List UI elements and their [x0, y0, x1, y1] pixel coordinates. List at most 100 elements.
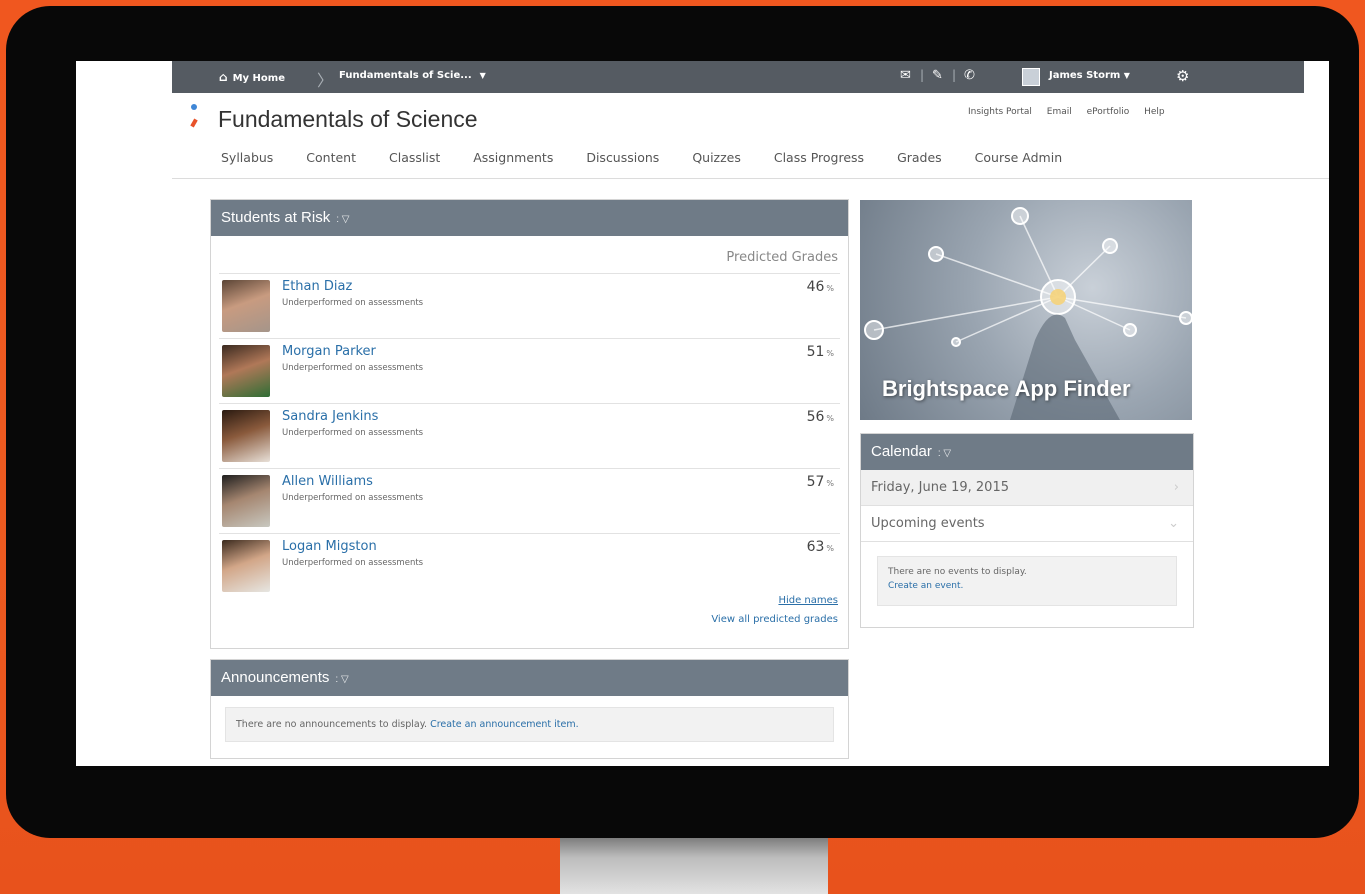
student-avatar [222, 540, 270, 592]
create-announcement-link[interactable]: Create an announcement item. [430, 719, 579, 730]
chevron-down-icon: ⌄ [1168, 516, 1179, 531]
nav-content[interactable]: Content [306, 150, 356, 165]
grade-unit: % [826, 479, 834, 488]
widget-header: Calendar : ▽ [861, 434, 1193, 470]
user-name: James Storm [1049, 70, 1121, 81]
calendar-widget: Calendar : ▽ Friday, June 19, 2015 › Upco… [860, 433, 1194, 628]
my-home-label: My Home [232, 73, 285, 84]
user-menu[interactable]: James Storm ▼ [1049, 70, 1130, 81]
course-selector[interactable]: Fundamentals of Scie... ▼ [339, 70, 486, 81]
predicted-grade: 56% [807, 409, 834, 425]
calendar-date-row[interactable]: Friday, June 19, 2015 › [861, 470, 1193, 506]
student-note: Underperformed on assessments [282, 428, 424, 438]
predicted-grade: 46% [807, 279, 834, 295]
chevron-down-icon: ▼ [1123, 71, 1130, 80]
calendar-empty-message: There are no events to display. Create a… [877, 556, 1177, 606]
nav-class-progress[interactable]: Class Progress [774, 150, 864, 165]
announcements-widget: Announcements : ▽ There are no announceme… [210, 659, 849, 759]
widget-title: Calendar [871, 443, 932, 460]
empty-text: There are no events to display. [888, 567, 1027, 577]
student-avatar [222, 280, 270, 332]
grade-unit: % [826, 414, 834, 423]
student-row: Morgan Parker Underperformed on assessme… [219, 338, 840, 403]
widget-header: Students at Risk : ▽ [211, 200, 848, 236]
student-note: Underperformed on assessments [282, 363, 424, 373]
grade-unit: % [826, 349, 834, 358]
nav-course-admin[interactable]: Course Admin [975, 150, 1062, 165]
chevron-right-icon: › [1173, 480, 1179, 495]
grade-value: 63 [806, 539, 825, 555]
app-finder-banner[interactable]: Brightspace App Finder [860, 200, 1192, 420]
banner-title: Brightspace App Finder [882, 376, 1131, 401]
grade-unit: % [826, 284, 834, 293]
student-name-link[interactable]: Morgan Parker [282, 344, 376, 359]
student-name-link[interactable]: Allen Williams [282, 474, 373, 489]
grade-value: 46 [806, 279, 825, 295]
student-avatar [222, 475, 270, 527]
predicted-grade: 63% [807, 539, 834, 555]
user-avatar[interactable] [1022, 68, 1040, 86]
my-home-link[interactable]: ⌂ My Home [219, 70, 285, 84]
student-avatar [222, 410, 270, 462]
course-selector-label: Fundamentals of Scie... [339, 70, 472, 81]
nav-grades[interactable]: Grades [897, 150, 942, 165]
notebook-icon[interactable]: ✎ [932, 68, 943, 83]
eportfolio-link[interactable]: ePortfolio [1087, 107, 1130, 117]
grade-value: 51 [806, 344, 825, 360]
nav-quizzes[interactable]: Quizzes [692, 150, 741, 165]
student-note: Underperformed on assessments [282, 558, 424, 568]
widget-title: Students at Risk [221, 209, 331, 226]
help-link[interactable]: Help [1144, 107, 1165, 117]
announcements-empty-message: There are no announcements to display. C… [225, 707, 834, 742]
brand-logo-dot [191, 104, 197, 110]
student-row: Allen Williams Underperformed on assessm… [219, 468, 840, 533]
upcoming-events-label: Upcoming events [871, 516, 985, 531]
grade-unit: % [826, 544, 834, 553]
nav-classlist[interactable]: Classlist [389, 150, 440, 165]
monitor-frame: ⌂ My Home 〉 Fundamentals of Scie... ▼ ✉ | … [6, 6, 1359, 838]
view-all-grades-link[interactable]: View all predicted grades [711, 614, 838, 625]
nav-divider [172, 178, 1329, 179]
student-name-link[interactable]: Sandra Jenkins [282, 409, 378, 424]
widget-menu-icon[interactable]: : ▽ [335, 674, 348, 685]
brand-logo-mark [190, 118, 198, 128]
monitor-stand [560, 838, 828, 894]
student-row: Logan Migston Underperformed on assessme… [219, 533, 840, 598]
divider: | [952, 68, 957, 82]
predicted-grade: 51% [807, 344, 834, 360]
student-row: Sandra Jenkins Underperformed on assessm… [219, 403, 840, 468]
breadcrumb-separator: 〉 [317, 71, 334, 90]
widget-menu-icon[interactable]: : ▽ [336, 214, 349, 225]
upcoming-events-row[interactable]: Upcoming events ⌄ [861, 506, 1193, 542]
widget-header: Announcements : ▽ [211, 660, 848, 696]
widget-title: Announcements [221, 669, 330, 686]
course-navbar: Syllabus Content Classlist Assignments D… [221, 150, 1091, 165]
student-list: Ethan Diaz Underperformed on assessments… [219, 273, 840, 598]
top-navbar: ⌂ My Home 〉 Fundamentals of Scie... ▼ ✉ | … [172, 61, 1304, 93]
grade-value: 56 [806, 409, 825, 425]
widget-menu-icon[interactable]: : ▽ [938, 448, 951, 459]
gear-icon[interactable]: ⚙ [1176, 67, 1189, 85]
students-at-risk-widget: Students at Risk : ▽ Predicted Grades Eth… [210, 199, 849, 649]
student-name-link[interactable]: Logan Migston [282, 539, 377, 554]
email-link[interactable]: Email [1047, 107, 1072, 117]
chat-icon[interactable]: ✆ [964, 68, 975, 83]
grade-value: 57 [806, 474, 825, 490]
insights-portal-link[interactable]: Insights Portal [968, 107, 1032, 117]
student-row: Ethan Diaz Underperformed on assessments… [219, 273, 840, 338]
hide-names-link[interactable]: Hide names [778, 595, 838, 606]
utility-links: Insights Portal Email ePortfolio Help [956, 107, 1165, 117]
student-note: Underperformed on assessments [282, 493, 424, 503]
nav-discussions[interactable]: Discussions [586, 150, 659, 165]
predicted-grades-header: Predicted Grades [726, 250, 838, 265]
create-event-link[interactable]: Create an event. [888, 579, 1166, 593]
student-note: Underperformed on assessments [282, 298, 424, 308]
empty-text: There are no announcements to display. [236, 719, 428, 730]
nav-syllabus[interactable]: Syllabus [221, 150, 273, 165]
student-name-link[interactable]: Ethan Diaz [282, 279, 352, 294]
chevron-down-icon: ▼ [479, 71, 486, 80]
nav-assignments[interactable]: Assignments [473, 150, 553, 165]
home-icon: ⌂ [219, 70, 228, 84]
predicted-grade: 57% [807, 474, 834, 490]
mail-icon[interactable]: ✉ [900, 68, 911, 83]
